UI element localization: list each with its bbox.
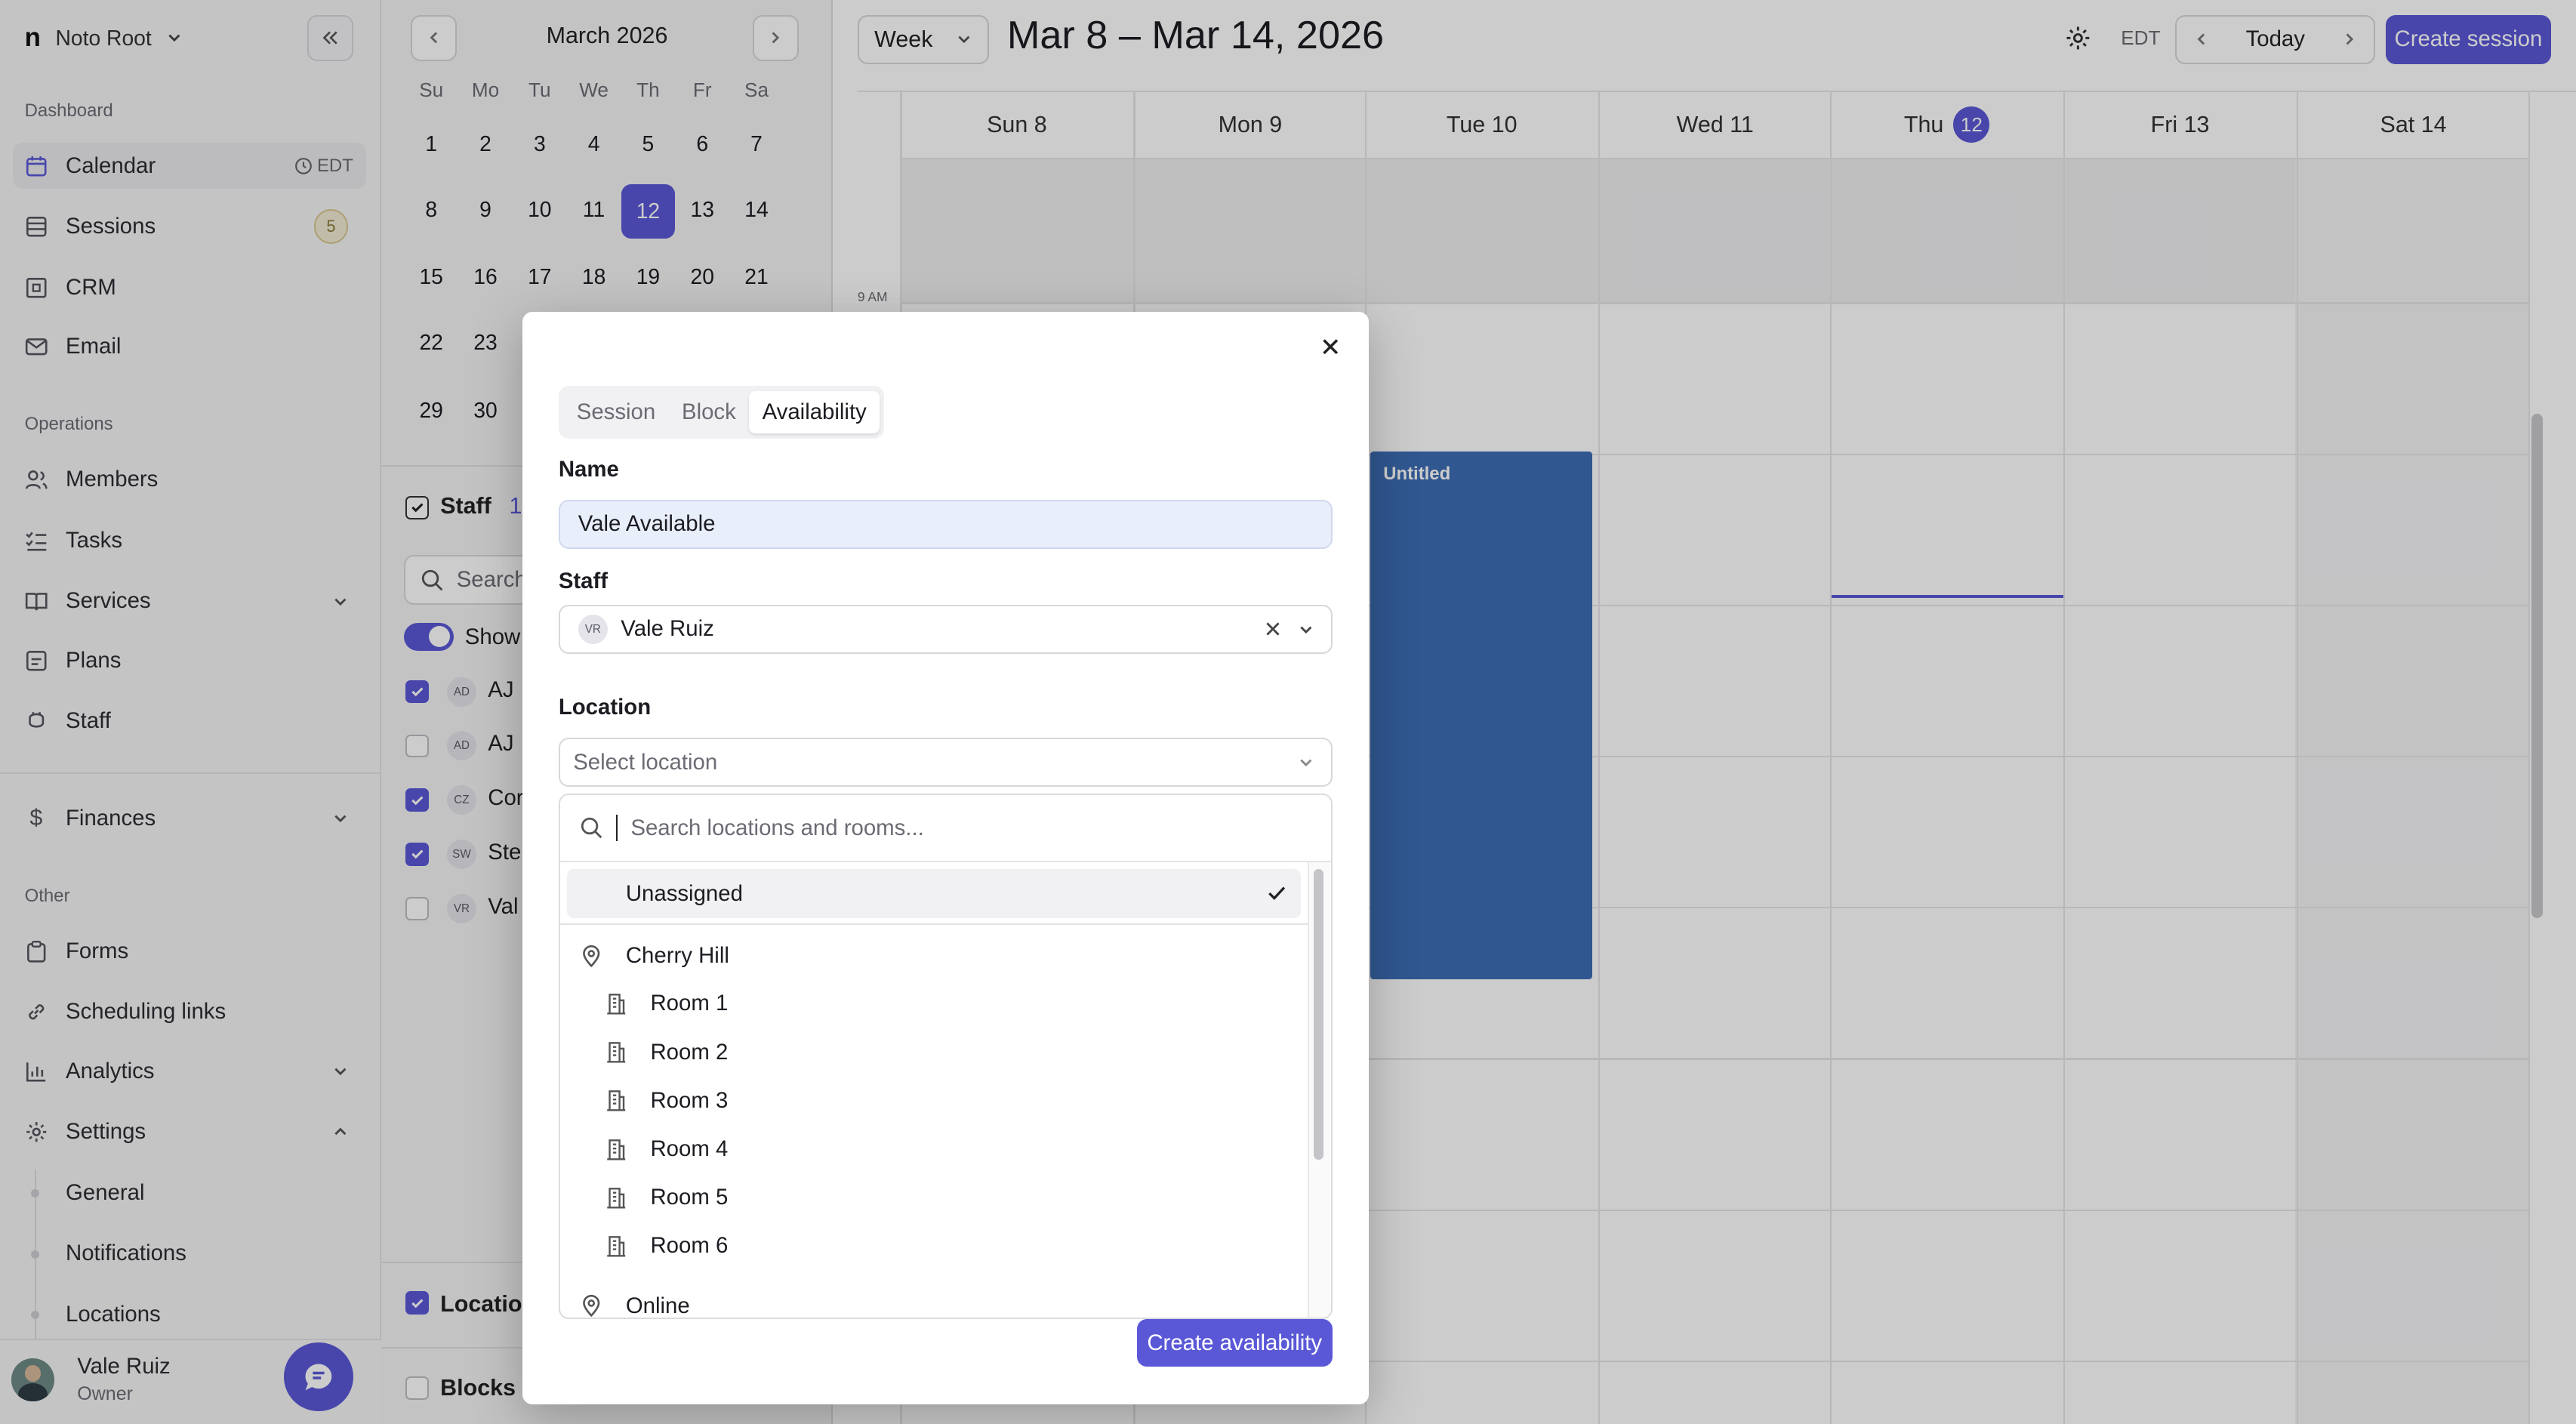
- option-label: Room 6: [650, 1233, 729, 1259]
- staff-select-value: Vale Ruiz: [621, 616, 714, 642]
- name-input-value: Vale Available: [578, 511, 716, 537]
- option-label: Room 5: [650, 1185, 729, 1210]
- option-label: Unassigned: [625, 880, 743, 906]
- create-dialog: Session Block Availability Name Vale Ava…: [522, 312, 1369, 1405]
- location-option-room[interactable]: Room 5: [560, 1173, 1308, 1222]
- building-icon: [606, 1090, 625, 1111]
- option-label: Online: [625, 1293, 690, 1318]
- staff-label: Staff: [558, 568, 609, 593]
- check-icon: [1268, 886, 1286, 901]
- location-option-room[interactable]: Room 1: [560, 979, 1308, 1028]
- type-tabs: Session Block Availability: [558, 386, 884, 439]
- staff-select[interactable]: VR Vale Ruiz: [558, 604, 1333, 655]
- location-select[interactable]: Select location: [558, 738, 1333, 788]
- chevron-down-icon: [1300, 626, 1312, 633]
- location-search-input[interactable]: Search locations and rooms...: [559, 795, 1331, 863]
- location-option-room[interactable]: Room 3: [560, 1076, 1308, 1125]
- tab-block[interactable]: Block: [669, 391, 750, 434]
- location-option-online[interactable]: Online: [560, 1281, 1308, 1318]
- building-icon: [606, 1187, 625, 1209]
- dropdown-scrollbar-thumb[interactable]: [1314, 868, 1324, 1160]
- tab-availability[interactable]: Availability: [749, 390, 880, 434]
- clear-icon[interactable]: [1264, 620, 1282, 638]
- chevron-down-icon: [1300, 759, 1312, 766]
- map-pin-icon: [583, 945, 600, 968]
- location-label: Location: [558, 695, 652, 720]
- create-availability-button[interactable]: Create availability: [1136, 1319, 1333, 1367]
- location-option-unassigned[interactable]: Unassigned: [560, 869, 1308, 918]
- building-icon: [606, 1236, 625, 1257]
- building-icon: [606, 994, 625, 1015]
- tab-session[interactable]: Session: [563, 391, 668, 434]
- building-icon: [606, 1139, 625, 1160]
- option-label: Room 3: [650, 1087, 729, 1113]
- building-icon: [606, 1042, 625, 1063]
- location-placeholder: Select location: [573, 749, 718, 775]
- location-option-cherry-hill[interactable]: Cherry Hill: [560, 932, 1308, 981]
- option-divider: [559, 923, 1308, 925]
- location-search-placeholder: Search locations and rooms...: [630, 815, 924, 840]
- staff-avatar: VR: [578, 614, 608, 644]
- name-input[interactable]: Vale Available: [558, 499, 1333, 549]
- dropdown-scrollbar-track: [1307, 862, 1331, 1318]
- map-pin-icon: [583, 1295, 600, 1318]
- option-label: Room 1: [650, 991, 729, 1016]
- close-button[interactable]: [1319, 335, 1342, 358]
- close-icon: [1323, 339, 1339, 355]
- location-option-room[interactable]: Room 2: [560, 1028, 1308, 1077]
- location-option-room[interactable]: Room 4: [560, 1124, 1308, 1173]
- option-label: Room 4: [650, 1136, 729, 1161]
- option-label: Cherry Hill: [625, 943, 729, 969]
- location-dropdown: Search locations and rooms... Unassigned…: [558, 794, 1333, 1320]
- name-label: Name: [558, 456, 619, 482]
- search-icon: [581, 818, 602, 839]
- text-caret: [615, 815, 618, 841]
- option-label: Room 2: [650, 1039, 729, 1065]
- location-option-room[interactable]: Room 6: [560, 1222, 1308, 1271]
